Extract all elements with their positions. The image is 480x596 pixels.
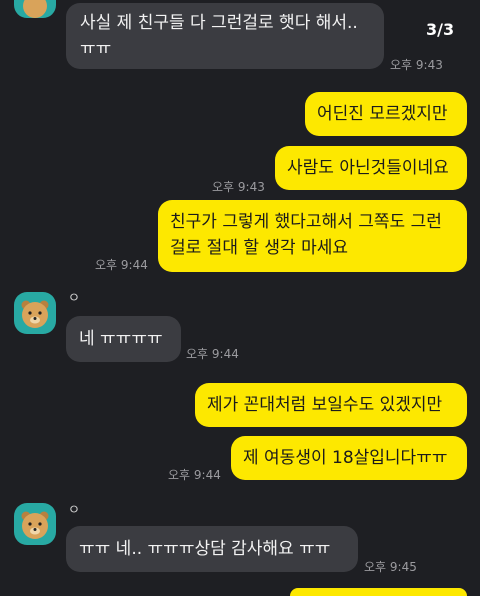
sender-name: ㅇ xyxy=(68,291,80,306)
incoming-message[interactable]: ㅠㅠ 네.. ㅠㅠㅠ상담 감사해요 ㅠㅠ xyxy=(66,526,358,572)
outgoing-message[interactable]: 제 여동생이 18살입니다ㅠㅠ xyxy=(231,436,467,480)
message-text: 제가 꼰대처럼 보일수도 있겠지만 xyxy=(207,395,443,415)
message-text: 네 ㅠㅠㅠㅠ xyxy=(79,329,163,349)
page-counter: 3/3 xyxy=(426,20,455,39)
bear-icon xyxy=(23,0,47,18)
timestamp: 오후 9:44 xyxy=(168,468,221,482)
outgoing-message[interactable] xyxy=(290,588,467,596)
message-text: ㅠㅠ 네.. ㅠㅠㅠ상담 감사해요 ㅠㅠ xyxy=(79,539,331,559)
bear-icon xyxy=(21,300,49,328)
timestamp: 오후 9:43 xyxy=(212,180,265,194)
sender-name: ㅇ xyxy=(68,503,80,518)
timestamp: 오후 9:45 xyxy=(364,560,417,574)
outgoing-message[interactable]: 어딘진 모르겠지만 xyxy=(305,92,467,136)
incoming-message[interactable]: 네 ㅠㅠㅠㅠ xyxy=(66,316,181,362)
outgoing-message[interactable]: 제가 꼰대처럼 보일수도 있겠지만 xyxy=(195,383,467,427)
message-text: 사람도 아닌것들이네요 xyxy=(287,158,449,178)
message-text: 어딘진 모르겠지만 xyxy=(317,104,448,124)
timestamp: 오후 9:44 xyxy=(95,258,148,272)
timestamp: 오후 9:43 xyxy=(390,58,443,72)
avatar[interactable] xyxy=(14,0,56,18)
bear-icon xyxy=(21,511,49,539)
message-text: 제 여동생이 18살입니다ㅠㅠ xyxy=(243,448,448,468)
message-text: 친구가 그렇게 했다고해서 그쪽도 그런 걸로 절대 할 생각 마세요 xyxy=(170,212,442,258)
avatar[interactable] xyxy=(14,503,56,545)
avatar[interactable] xyxy=(14,292,56,334)
incoming-message[interactable]: 사실 제 친구들 다 그런걸로 햇다 해서.. ㅠㅠ xyxy=(66,3,384,69)
outgoing-message[interactable]: 친구가 그렇게 했다고해서 그쪽도 그런 걸로 절대 할 생각 마세요 xyxy=(158,200,467,272)
message-text: 사실 제 친구들 다 그런걸로 햇다 해서.. ㅠㅠ xyxy=(80,13,358,59)
outgoing-message[interactable]: 사람도 아닌것들이네요 xyxy=(275,146,467,190)
timestamp: 오후 9:44 xyxy=(186,347,239,361)
